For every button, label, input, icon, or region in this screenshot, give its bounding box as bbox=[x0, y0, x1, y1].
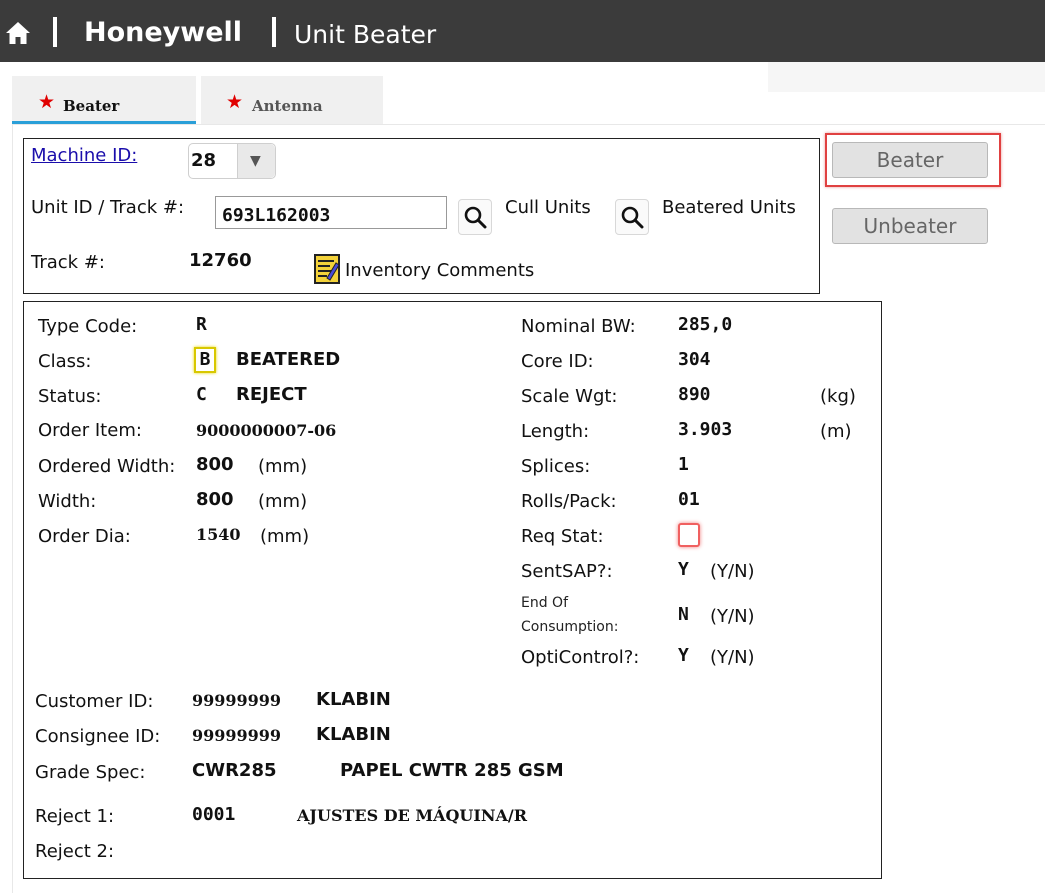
customer-name: KLABIN bbox=[316, 689, 391, 710]
core-id-value: 304 bbox=[678, 349, 711, 370]
splices-value: 1 bbox=[678, 454, 689, 475]
chevron-down-icon: ▼ bbox=[250, 153, 261, 169]
opticontrol-unit: (Y/N) bbox=[710, 647, 755, 668]
reject1-desc: AJUSTES DE MÁQUINA/R bbox=[297, 806, 528, 825]
reject1-label: Reject 1: bbox=[35, 806, 115, 827]
page-title: Unit Beater bbox=[294, 20, 437, 49]
header-ghost-area bbox=[768, 62, 1045, 92]
consignee-id-label: Consignee ID: bbox=[35, 726, 161, 747]
customer-id-value: 99999999 bbox=[192, 691, 282, 710]
width-value: 800 bbox=[196, 489, 234, 510]
grade-spec-value: CWR285 bbox=[192, 760, 277, 781]
home-icon[interactable] bbox=[5, 21, 31, 45]
opticontrol-label: OptiControl?: bbox=[521, 647, 640, 668]
class-label: Class: bbox=[38, 351, 92, 372]
nominal-bw-value: 285,0 bbox=[678, 314, 733, 335]
machine-id-value: 28 bbox=[191, 150, 217, 171]
header-separator bbox=[272, 17, 276, 47]
consignee-name: KLABIN bbox=[316, 724, 391, 745]
grade-spec-desc: PAPEL CWTR 285 GSM bbox=[340, 760, 564, 781]
scale-wgt-label: Scale Wgt: bbox=[521, 386, 618, 407]
ordered-width-unit: (mm) bbox=[258, 456, 308, 477]
star-icon: ★ bbox=[226, 91, 244, 113]
consignee-id-value: 99999999 bbox=[192, 726, 282, 745]
tab-label: Beater bbox=[63, 97, 120, 115]
customer-id-label: Customer ID: bbox=[35, 691, 154, 712]
machine-id-dropdown-button[interactable]: ▼ bbox=[237, 144, 275, 178]
rolls-pack-value: 01 bbox=[678, 489, 700, 510]
order-dia-label: Order Dia: bbox=[38, 526, 131, 547]
inventory-comments-icon[interactable] bbox=[314, 254, 340, 284]
class-code-badge: B bbox=[194, 347, 216, 373]
inventory-comments-link[interactable]: Inventory Comments bbox=[345, 260, 534, 281]
scale-wgt-unit: (kg) bbox=[820, 386, 856, 407]
core-id-label: Core ID: bbox=[521, 351, 594, 372]
order-dia-unit: (mm) bbox=[260, 526, 310, 547]
machine-id-select[interactable]: 28 ▼ bbox=[188, 143, 276, 179]
unit-id-input[interactable] bbox=[215, 196, 447, 229]
unit-details-panel bbox=[23, 301, 882, 879]
star-icon: ★ bbox=[38, 91, 56, 113]
ordered-width-value: 800 bbox=[196, 454, 234, 475]
beatered-units-search-button[interactable] bbox=[615, 199, 649, 235]
req-stat-indicator bbox=[678, 523, 700, 547]
sent-sap-label: SentSAP?: bbox=[521, 561, 613, 582]
length-value: 3.903 bbox=[678, 419, 733, 440]
splices-label: Splices: bbox=[521, 456, 591, 477]
beater-button[interactable]: Beater bbox=[832, 142, 988, 178]
order-item-label: Order Item: bbox=[38, 420, 142, 441]
order-item-value: 9000000007-06 bbox=[196, 421, 337, 440]
track-value: 12760 bbox=[189, 250, 252, 271]
brand-name: Honeywell bbox=[84, 17, 243, 48]
type-code-value: R bbox=[196, 314, 207, 335]
tab-antenna[interactable]: ★ Antenna bbox=[201, 76, 383, 124]
beatered-units-label: Beatered Units bbox=[662, 197, 796, 218]
search-icon bbox=[464, 206, 487, 229]
tab-beater[interactable]: ★ Beater bbox=[12, 76, 196, 124]
length-label: Length: bbox=[521, 421, 590, 442]
tab-label: Antenna bbox=[252, 97, 323, 115]
nominal-bw-label: Nominal BW: bbox=[521, 316, 636, 337]
end-of-consumption-label-line1: End Of bbox=[521, 595, 569, 611]
class-text: BEATERED bbox=[236, 349, 341, 370]
unbeater-button[interactable]: Unbeater bbox=[832, 208, 988, 244]
end-of-consumption-value: N bbox=[678, 604, 689, 625]
status-label: Status: bbox=[38, 386, 102, 407]
length-unit: (m) bbox=[820, 421, 852, 442]
type-code-label: Type Code: bbox=[38, 316, 138, 337]
reject2-label: Reject 2: bbox=[35, 841, 115, 862]
machine-id-link[interactable]: Machine ID: bbox=[31, 145, 137, 166]
sent-sap-unit: (Y/N) bbox=[710, 561, 755, 582]
unit-track-label: Unit ID / Track #: bbox=[31, 197, 185, 218]
width-label: Width: bbox=[38, 491, 97, 512]
ordered-width-label: Ordered Width: bbox=[38, 456, 176, 477]
reject1-value: 0001 bbox=[192, 804, 236, 825]
width-unit: (mm) bbox=[258, 491, 308, 512]
req-stat-label: Req Stat: bbox=[521, 526, 604, 547]
cull-units-label: Cull Units bbox=[505, 197, 591, 218]
app-header: Honeywell Unit Beater bbox=[0, 0, 1045, 62]
track-label: Track #: bbox=[31, 252, 105, 273]
grade-spec-label: Grade Spec: bbox=[35, 762, 146, 783]
status-text: REJECT bbox=[236, 384, 307, 405]
end-of-consumption-unit: (Y/N) bbox=[710, 606, 755, 627]
header-separator bbox=[53, 17, 57, 47]
search-icon bbox=[621, 206, 644, 229]
end-of-consumption-label-line2: Consumption: bbox=[521, 619, 619, 635]
status-code: C bbox=[196, 384, 207, 405]
scale-wgt-value: 890 bbox=[678, 384, 711, 405]
sent-sap-value: Y bbox=[678, 559, 689, 580]
rolls-pack-label: Rolls/Pack: bbox=[521, 491, 617, 512]
cull-units-search-button[interactable] bbox=[458, 199, 492, 235]
order-dia-value: 1540 bbox=[196, 525, 241, 544]
opticontrol-value: Y bbox=[678, 645, 689, 666]
